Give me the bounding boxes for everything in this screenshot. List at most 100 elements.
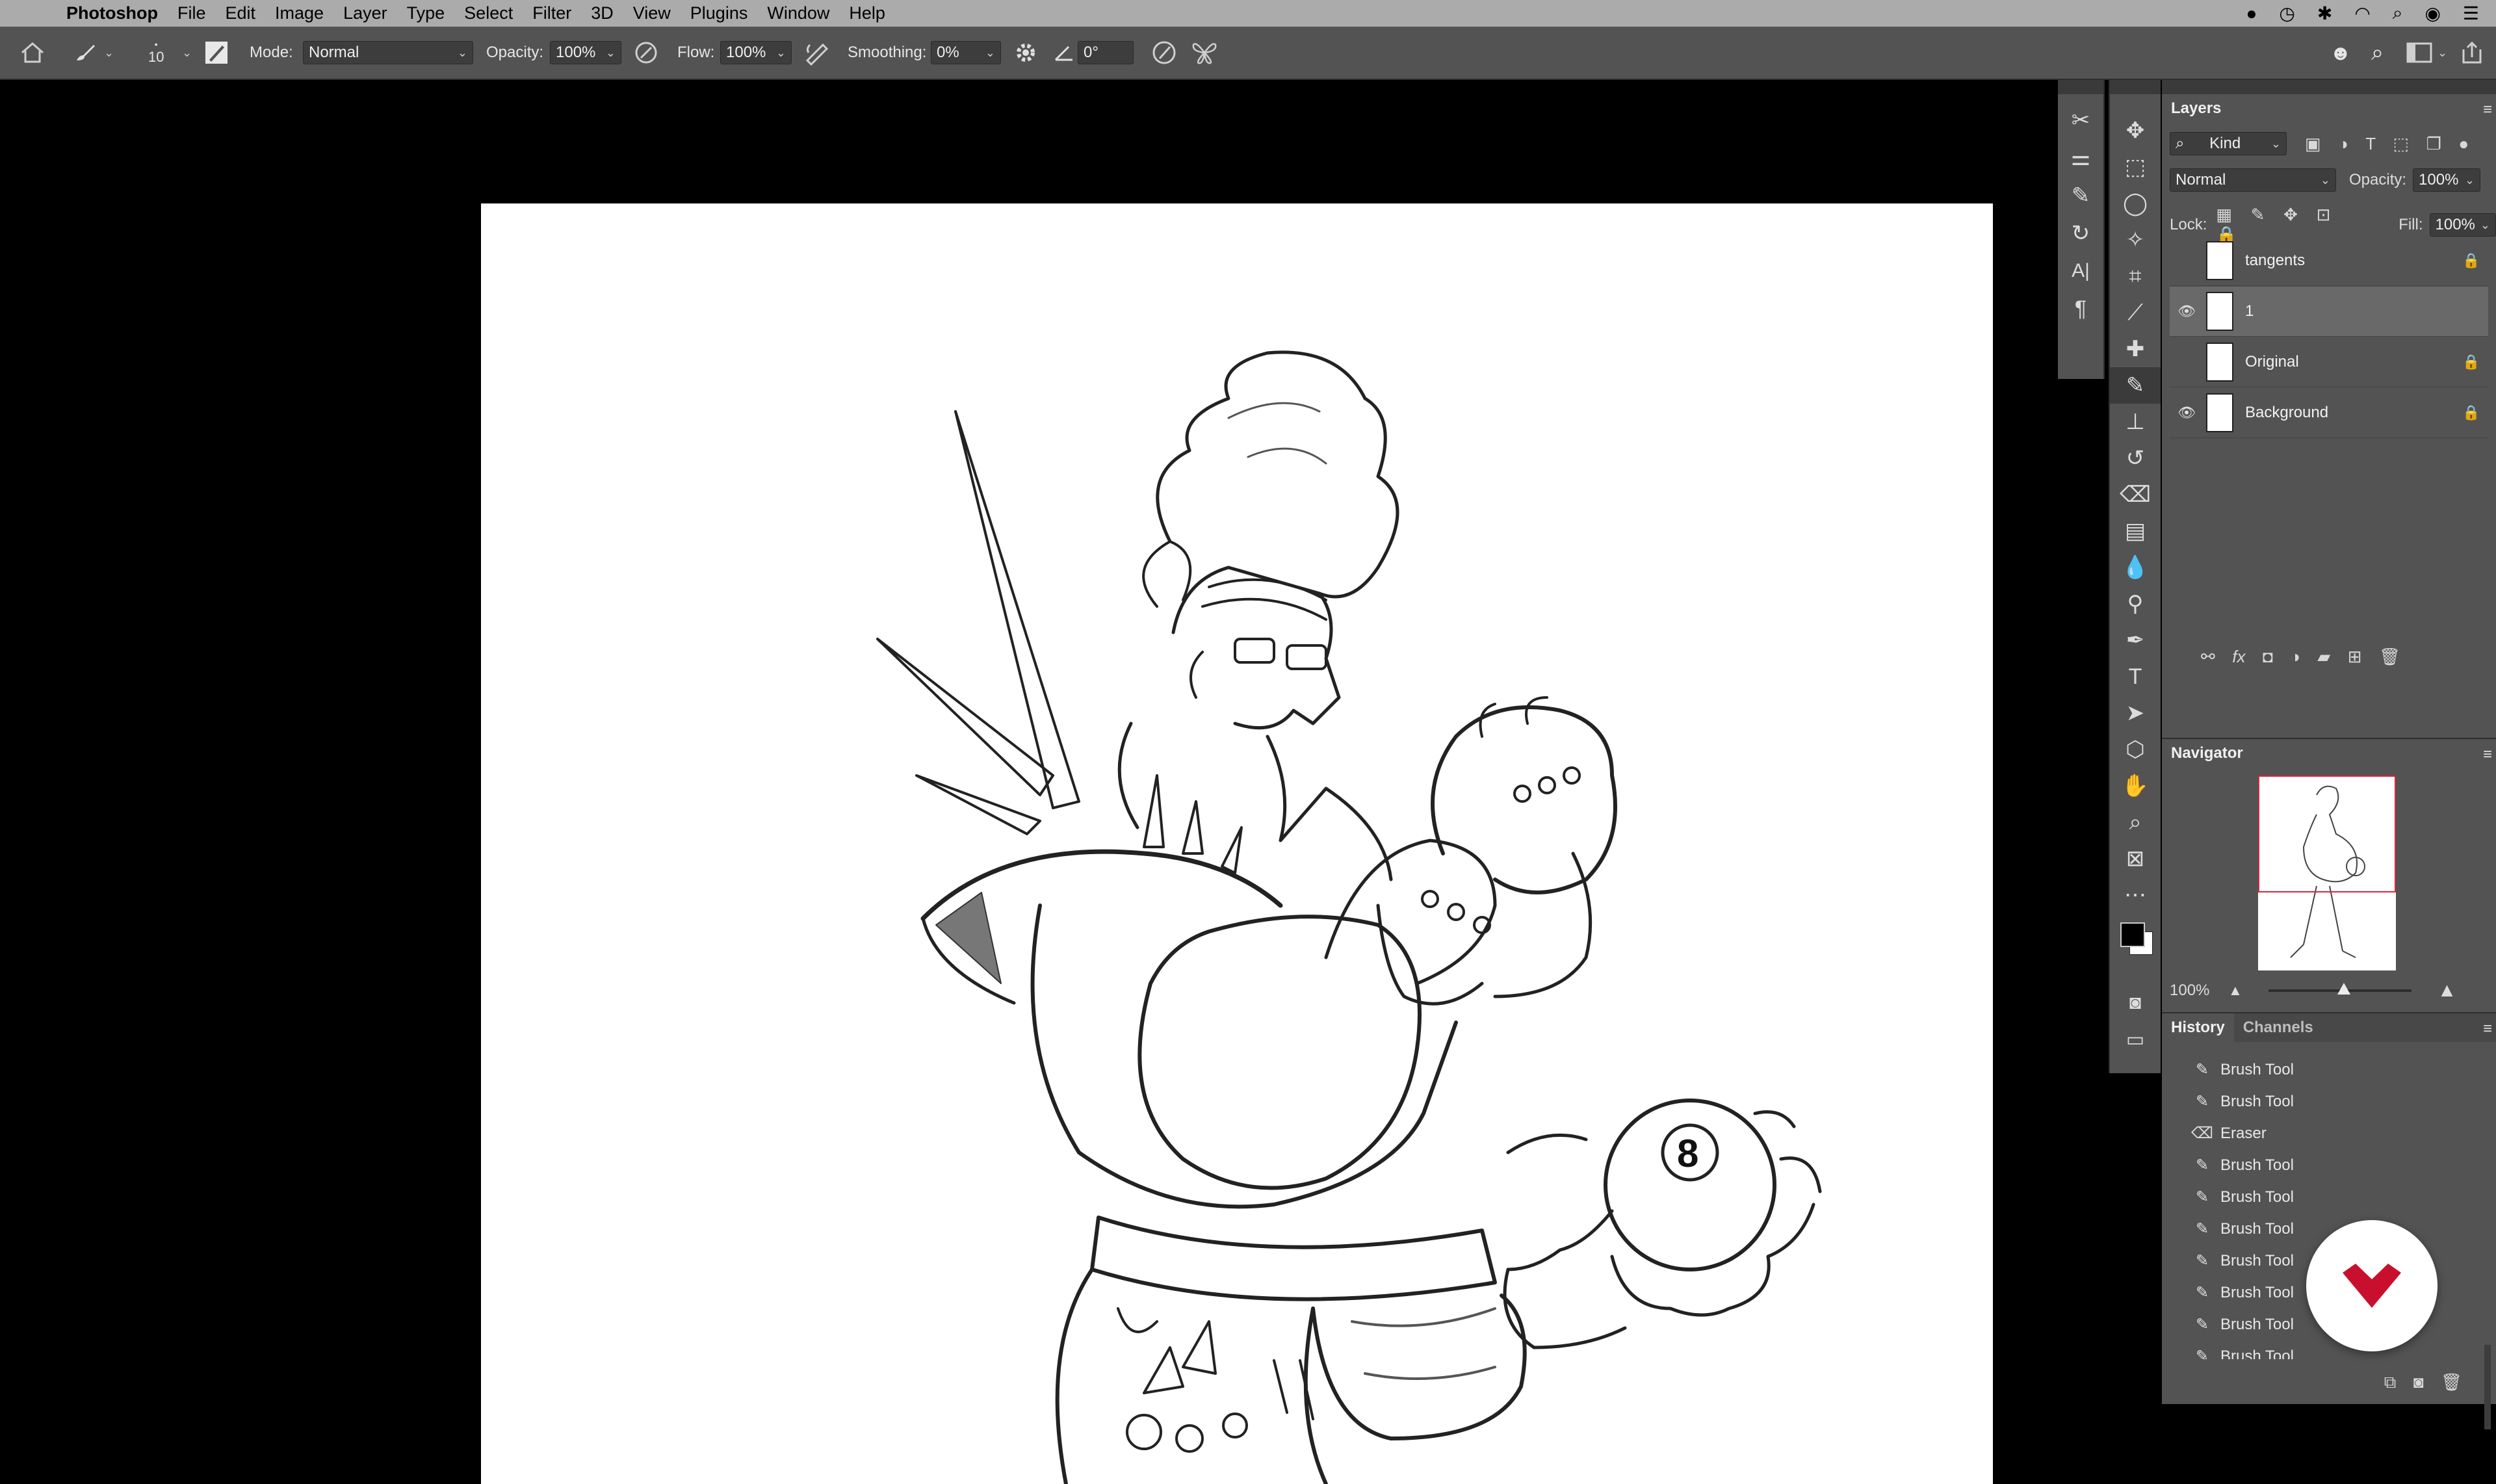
character-panel-icon[interactable]: A| [2058,253,2103,289]
path-selection-tool-icon[interactable]: ➤ [2110,695,2161,731]
airbrush-icon[interactable] [803,27,831,79]
siri-icon[interactable]: ◉ [2424,3,2440,24]
quick-mask-icon[interactable]: ◙ [2110,985,2161,1021]
type-tool-icon[interactable]: T [2110,658,2161,695]
document-workspace[interactable]: 8 [0,80,2058,1484]
toolbar-collapse-strip[interactable] [2110,80,2161,94]
history-item[interactable]: ✎ Brush Tool [2170,1181,2488,1213]
brush-size-picker[interactable]: • 10 [148,27,164,79]
layer-opacity-input[interactable]: 100% ⌄ [2413,168,2481,192]
menu-help[interactable]: Help [849,3,885,23]
pressure-size-icon[interactable] [1150,27,1178,79]
paragraph-panel-icon[interactable]: ¶ [2058,291,2103,327]
gradient-tool-icon[interactable]: ▤ [2110,513,2161,549]
share-users-icon[interactable]: ☻ [2330,27,2352,79]
menu-filter[interactable]: Filter [532,3,571,23]
panel-collapse-strip[interactable] [2058,80,2103,94]
history-item[interactable]: ✎ Brush Tool [2170,1149,2488,1181]
filter-adjustment-icon[interactable]: ◑ [2338,134,2348,154]
add-mask-icon[interactable]: ◘ [2263,647,2273,667]
new-group-folder-icon[interactable]: ▰ [2317,647,2330,667]
time-machine-icon[interactable]: ◷ [2279,3,2294,24]
share-export-icon[interactable] [2460,27,2484,79]
eraser-tool-icon[interactable]: ⌫ [2110,476,2161,513]
bluetooth-icon[interactable]: ✱ [2317,3,2332,24]
tab-channels[interactable]: Channels [2234,1013,2322,1042]
mode-select[interactable]: Normal ⌄ [303,41,473,64]
search-icon[interactable]: ⌕ [2371,27,2384,79]
new-snapshot-camera-icon[interactable]: ◙ [2413,1372,2424,1392]
chevron-down-icon[interactable]: ⌄ [177,27,192,79]
navigator-thumbnail[interactable] [2258,775,2396,970]
menu-image[interactable]: Image [275,3,324,23]
angle-input[interactable]: 0° [1078,41,1134,64]
healing-brush-tool-icon[interactable]: ✚ [2110,331,2161,367]
pressure-opacity-icon[interactable] [633,27,659,79]
layer-blend-mode-select[interactable]: Normal ⌄ [2170,168,2336,192]
brush-settings-toggle[interactable] [204,27,229,79]
marquee-tool-icon[interactable]: ⬚ [2110,149,2161,185]
control-center-icon[interactable]: ☰ [2463,3,2479,24]
foreground-color-swatch[interactable] [2120,922,2145,947]
screen-mode-icon[interactable]: ▭ [2110,1021,2161,1058]
history-item[interactable]: ✎ Brush Tool [2170,1340,2488,1360]
flow-input[interactable]: 100% ⌄ [720,41,792,64]
navigator-zoom-slider-thumb[interactable] [2337,983,2350,995]
move-tool-icon[interactable]: ✥ [2110,112,2161,149]
filter-smart-object-icon[interactable]: ❐ [2426,134,2441,154]
layer-row[interactable]: 👁 1 [2170,287,2488,337]
menu-layer[interactable]: Layer [343,3,387,23]
menu-type[interactable]: Type [407,3,445,23]
menu-app-name[interactable]: Photoshop [66,3,158,23]
lock-position-icon[interactable]: ✥ [2283,205,2298,225]
navigator-view-box[interactable] [2258,775,2396,892]
smoothing-settings-gear-icon[interactable] [1014,27,1037,79]
menu-plugins[interactable]: Plugins [690,3,748,23]
lock-paint-icon[interactable]: ✎ [2251,205,2265,225]
layer-row[interactable]: 👁 Background 🔒 [2170,388,2488,438]
fill-input[interactable]: 100% ⌄ [2429,213,2496,237]
wifi-icon[interactable]: ◠ [2354,3,2370,24]
delete-layer-trash-icon[interactable]: 🗑 [2379,647,2400,667]
layer-row[interactable]: tangents 🔒 [2170,236,2488,286]
dock-collapse-strip[interactable] [2162,80,2496,94]
menu-select[interactable]: Select [464,3,513,23]
layer-filter-select[interactable]: ⌕ Kind ⌄ [2170,132,2287,155]
lasso-tool-icon[interactable]: ◯ [2110,185,2161,222]
zoom-in-icon[interactable]: ▲ [2438,980,2457,1002]
lock-transparent-icon[interactable]: ▦ [2216,205,2232,225]
history-brush-panel-icon[interactable]: ↻ [2058,215,2103,252]
history-item[interactable]: ✎ Brush Tool [2170,1054,2488,1086]
panel-menu-icon[interactable]: ≡ [2483,1020,2492,1038]
filter-shape-icon[interactable]: ⬚ [2393,134,2410,154]
menu-file[interactable]: File [177,3,206,23]
magic-wand-tool-icon[interactable]: ✧ [2110,222,2161,258]
tab-history[interactable]: History [2162,1013,2234,1042]
brush-preset-picker[interactable]: ⌄ [73,27,114,79]
new-layer-icon[interactable]: ⊞ [2348,647,2362,667]
menu-edit[interactable]: Edit [226,3,256,23]
panel-menu-icon[interactable]: ≡ [2483,746,2492,764]
eye-visibility-icon[interactable]: 👁 [2170,404,2204,421]
menu-window[interactable]: Window [767,3,829,23]
history-brush-tool-icon[interactable]: ↺ [2110,440,2161,476]
menu-3d[interactable]: 3D [591,3,614,23]
shape-tool-icon[interactable]: ⬡ [2110,731,2161,768]
crop-tool-icon[interactable]: ⌗ [2110,258,2161,294]
color-swatches[interactable] [2118,918,2157,964]
eyedropper-tool-icon[interactable]: ⟋ [2110,294,2161,331]
filter-type-icon[interactable]: T [2365,134,2376,154]
navigator-zoom-slider[interactable] [2268,983,2412,995]
properties-panel-icon[interactable]: ✂ [2058,102,2103,138]
hand-tool-icon[interactable]: ✋ [2110,768,2161,804]
opacity-input[interactable]: 100% ⌄ [550,41,621,64]
brush-settings-panel-icon[interactable]: ✎ [2058,177,2103,214]
brush-tool-icon[interactable]: ✎ [2110,367,2161,404]
delete-state-trash-icon[interactable]: 🗑 [2441,1372,2462,1392]
dodge-tool-icon[interactable]: ⚲ [2110,586,2161,622]
layer-row[interactable]: Original 🔒 [2170,337,2488,387]
layer-effects-fx-icon[interactable]: fx [2232,647,2245,667]
history-item[interactable]: ✎ Brush Tool [2170,1086,2488,1117]
symmetry-butterfly-icon[interactable] [1191,27,1218,79]
edit-toolbar-more-icon[interactable]: ⋯ [2110,877,2161,913]
